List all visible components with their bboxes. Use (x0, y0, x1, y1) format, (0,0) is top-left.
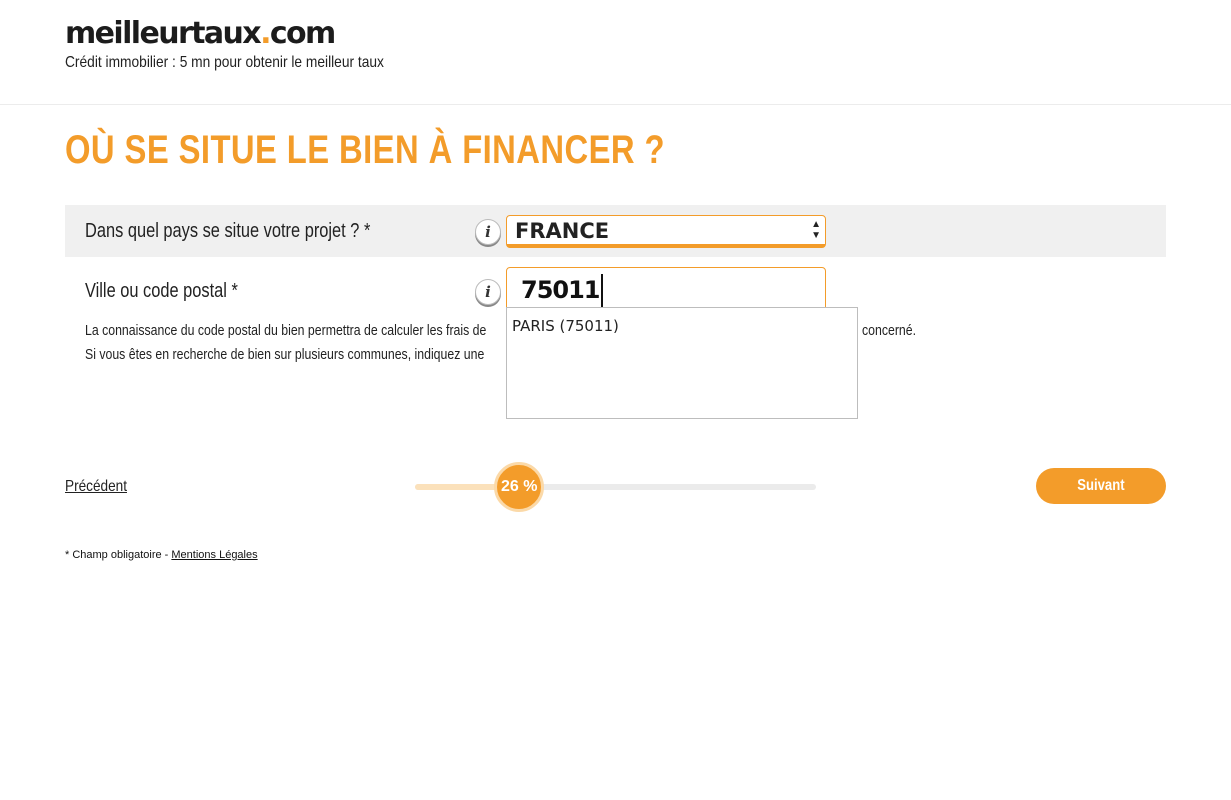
site-logo[interactable]: meilleurtaux.com (65, 16, 336, 52)
logo-tld-text: com (269, 16, 336, 51)
help-text-line-1-end: concerné. (862, 322, 917, 339)
postal-code-value: 75011 (521, 276, 600, 304)
postal-code-input[interactable]: 75011 (506, 267, 826, 311)
site-tagline: Crédit immobilier : 5 mn pour obtenir le… (65, 54, 384, 71)
text-caret (600, 274, 603, 308)
previous-link[interactable]: Précédent (65, 478, 127, 496)
next-button[interactable]: Suivant (1036, 468, 1166, 504)
country-info-icon[interactable]: i (475, 219, 501, 245)
page-title: OÙ SE SITUE LE BIEN À FINANCER ? (65, 128, 665, 172)
arrow-down-icon: ▼ (811, 230, 821, 241)
progress-bar (415, 484, 816, 490)
select-arrows-icon: ▲ ▼ (811, 219, 821, 241)
help-text-line-2: Si vous êtes en recherche de bien sur pl… (85, 346, 485, 363)
suggestion-item[interactable]: PARIS (75011) (512, 317, 619, 335)
arrow-up-icon: ▲ (811, 219, 821, 230)
required-field-note: * Champ obligatoire - (65, 549, 172, 561)
site-header: meilleurtaux.com Crédit immobilier : 5 m… (0, 0, 1231, 105)
progress-indicator: 26 % (494, 462, 545, 512)
postal-suggestions-list: PARIS (75011) (506, 307, 858, 419)
legal-mentions-link[interactable]: Mentions Légales (171, 549, 257, 561)
logo-main-text: meilleurtaux (65, 16, 262, 51)
postal-label: Ville ou code postal * (85, 280, 238, 302)
country-select-value: FRANCE (515, 219, 610, 243)
country-select[interactable]: FRANCE ▲ ▼ (506, 215, 826, 248)
next-button-label: Suivant (1077, 477, 1125, 494)
country-label: Dans quel pays se situe votre projet ? * (85, 220, 371, 242)
logo-dot: . (260, 16, 271, 51)
footer: * Champ obligatoire - Mentions Légales (65, 549, 258, 561)
help-text-line-1: La connaissance du code postal du bien p… (85, 322, 487, 339)
postal-info-icon[interactable]: i (475, 279, 501, 305)
